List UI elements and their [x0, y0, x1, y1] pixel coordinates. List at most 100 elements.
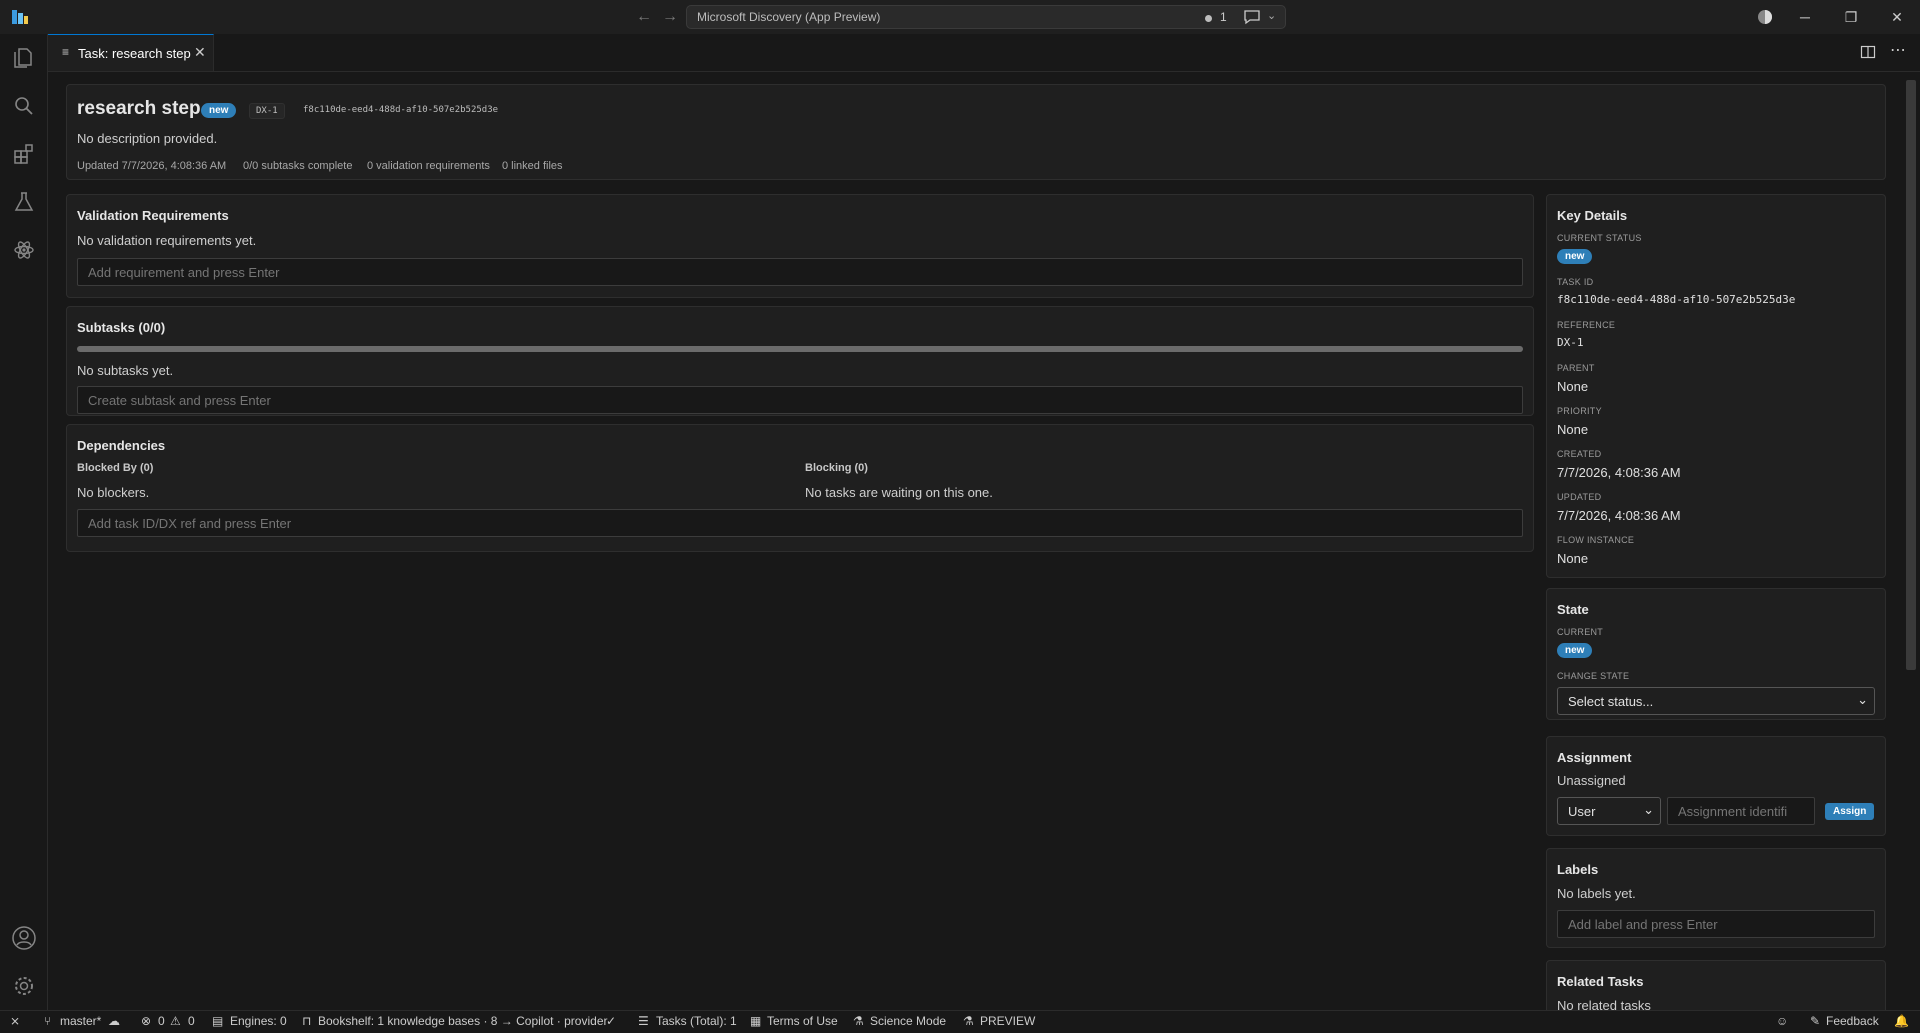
terms-link[interactable]: Terms of Use [767, 1014, 838, 1028]
state-current-label: CURRENT [1557, 627, 1604, 637]
feedback-link[interactable]: Feedback [1826, 1014, 1879, 1028]
notification-dot-icon [1205, 15, 1212, 22]
chat-icon[interactable] [1243, 9, 1261, 25]
status-select[interactable]: Select status... ⌄ [1557, 687, 1875, 715]
account-icon[interactable] [0, 918, 47, 958]
extensions-icon[interactable] [0, 134, 47, 174]
minimize-icon[interactable]: ─ [1782, 0, 1828, 34]
related-tasks-title: Related Tasks [1557, 974, 1644, 989]
search-icon[interactable] [0, 86, 47, 126]
tasks-status[interactable]: Tasks (Total): 1 [656, 1014, 737, 1028]
editor-scrollbar[interactable] [1906, 80, 1916, 670]
dependencies-panel: Dependencies Blocked By (0) No blockers.… [66, 424, 1534, 552]
validation-panel: Validation Requirements No validation re… [66, 194, 1534, 298]
status-badge: new [201, 103, 237, 118]
change-state-label: CHANGE STATE [1557, 671, 1630, 681]
assignment-value: Unassigned [1557, 773, 1626, 788]
tasks-list-icon: ☰ [638, 1014, 649, 1028]
errors-count[interactable]: 0 [158, 1014, 165, 1028]
tab-task-research-step[interactable]: ≡ Task: research step ✕ [48, 34, 214, 71]
state-panel: State CURRENT new CHANGE STATE Select st… [1546, 588, 1886, 720]
subtasks-panel: Subtasks (0/0) No subtasks yet. [66, 306, 1534, 416]
validation-title: Validation Requirements [77, 208, 229, 223]
requirement-input-field[interactable] [86, 264, 1462, 281]
related-tasks-empty: No related tasks [1557, 998, 1651, 1010]
task-description: No description provided. [77, 131, 218, 146]
meta-updated: Updated 7/7/2026, 4:08:36 AM [77, 160, 227, 172]
close-tab-icon[interactable]: ✕ [194, 44, 206, 61]
validation-empty: No validation requirements yet. [77, 233, 257, 248]
blocked-by-empty: No blockers. [77, 485, 150, 500]
subtask-input-field[interactable] [86, 392, 1462, 409]
subtasks-title: Subtasks (0/0) [77, 320, 166, 335]
dependency-input-field[interactable] [86, 515, 1462, 532]
engines-status[interactable]: Engines: 0 [230, 1014, 287, 1028]
assignment-identifier-input[interactable] [1667, 797, 1819, 825]
dependencies-title: Dependencies [77, 438, 166, 453]
assign-button[interactable]: Assign [1825, 803, 1875, 820]
preview-label[interactable]: PREVIEW [980, 1014, 1035, 1028]
reference-value: DX-1 [1557, 336, 1584, 349]
list-icon: ≡ [62, 45, 70, 59]
flow-instance-label: FLOW INSTANCE [1557, 535, 1635, 545]
task-id-label: TASK ID [1557, 277, 1594, 287]
requirement-input[interactable] [77, 258, 1523, 286]
blocked-by-title: Blocked By (0) [77, 462, 154, 474]
settings-gear-icon[interactable] [0, 966, 47, 1006]
labels-panel: Labels No labels yet. [1546, 848, 1886, 948]
subtask-input[interactable] [77, 386, 1523, 414]
explorer-icon[interactable] [0, 38, 47, 78]
tab-bar: ≡ Task: research step ✕ ⋯ [48, 34, 1920, 72]
more-actions-icon[interactable]: ⋯ [1890, 40, 1906, 60]
parent-value: None [1557, 379, 1589, 394]
chevron-down-icon[interactable]: ⌄ [1267, 9, 1276, 22]
bookshelf-status[interactable]: Bookshelf: 1 knowledge bases · 8 → Copil… [318, 1014, 607, 1028]
key-details-title: Key Details [1557, 208, 1628, 223]
warning-icon: ⚠ [170, 1014, 181, 1028]
back-arrow-icon[interactable]: ← [634, 7, 654, 27]
atom-icon[interactable] [0, 230, 47, 270]
meta-validation: 0 validation requirements [367, 160, 490, 172]
remote-icon[interactable]: ⨯ [10, 1014, 20, 1028]
science-mode[interactable]: Science Mode [870, 1014, 946, 1028]
created-value: 7/7/2026, 4:08:36 AM [1557, 465, 1681, 480]
close-window-icon[interactable]: ✕ [1874, 0, 1920, 34]
current-status-label: CURRENT STATUS [1557, 233, 1642, 243]
branch-name[interactable]: master* [60, 1014, 101, 1028]
task-id-value: f8c110de-eed4-488d-af10-507e2b525d3e [1557, 293, 1796, 306]
copilot-status-icon[interactable]: ☺ [1776, 1014, 1788, 1028]
label-input-field[interactable] [1566, 916, 1871, 933]
command-center[interactable]: Microsoft Discovery (App Preview) 1 ⌄ [686, 5, 1286, 29]
assignee-type-select[interactable]: User ⌄ [1557, 797, 1661, 825]
dependency-input[interactable] [77, 509, 1523, 537]
state-current-badge: new [1557, 643, 1593, 658]
copilot-icon[interactable] [1756, 8, 1774, 26]
key-details-panel: Key Details CURRENT STATUS new TASK ID f… [1546, 194, 1886, 578]
chevron-down-icon: ⌄ [1857, 692, 1868, 707]
assignment-panel: Assignment Unassigned User ⌄ Assign [1546, 736, 1886, 836]
state-title: State [1557, 602, 1589, 617]
forward-arrow-icon[interactable]: → [660, 7, 680, 27]
blocking-empty: No tasks are waiting on this one. [805, 485, 993, 500]
lab-flask-icon[interactable] [0, 182, 47, 222]
assignee-type-value: User [1568, 804, 1596, 819]
app-logo-icon [10, 7, 30, 27]
assignment-identifier-field[interactable] [1676, 803, 1819, 820]
notifications-bell-icon[interactable]: 🔔 [1894, 1014, 1909, 1028]
subtasks-empty: No subtasks yet. [77, 363, 174, 378]
status-select-value: Select status... [1568, 694, 1654, 709]
meta-subtasks: 0/0 subtasks complete [243, 160, 353, 172]
split-editor-icon[interactable] [1860, 44, 1876, 60]
activity-bar [0, 34, 48, 1010]
current-status-badge: new [1557, 249, 1593, 264]
subtasks-progress-bar [77, 346, 1523, 352]
label-input[interactable] [1557, 910, 1875, 938]
task-id: f8c110de-eed4-488d-af10-507e2b525d3e [303, 105, 499, 115]
warnings-count[interactable]: 0 [188, 1014, 195, 1028]
engines-icon: ▤ [212, 1014, 224, 1028]
sync-cloud-icon[interactable]: ☁ [108, 1014, 120, 1028]
blocking-title: Blocking (0) [805, 462, 868, 474]
preview-flask-icon: ⚗ [963, 1014, 974, 1028]
restore-icon[interactable]: ❐ [1828, 0, 1874, 34]
task-title: research step [77, 98, 201, 119]
